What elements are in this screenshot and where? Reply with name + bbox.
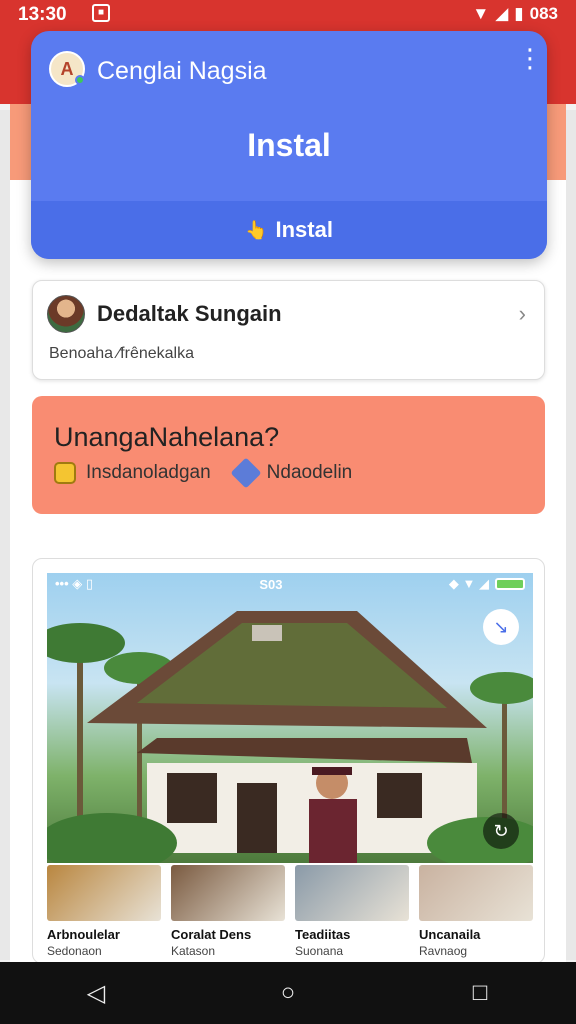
thumbnail-image <box>295 865 409 921</box>
expand-icon[interactable]: ↘ <box>483 609 519 645</box>
thumbnail-item[interactable]: Teadiitas Suonana <box>295 865 409 958</box>
thumbnail-title: Teadiitas <box>295 927 351 942</box>
thumbnail-subtitle: Ravnaog <box>419 944 468 958</box>
thumbnail-item[interactable]: Uncanaila Ravnaog <box>419 865 533 958</box>
status-icons: ▼ ◢ ▮ 083 <box>472 4 558 24</box>
chat-icon <box>54 462 76 484</box>
profile-subtitle: Benoaha ⁄frênekalka <box>49 345 194 362</box>
chevron-right-icon[interactable]: › <box>519 301 526 327</box>
thumbnail-image <box>171 865 285 921</box>
alert-card[interactable]: UnangaNahelana? Insdanoladgan Ndaodelin <box>32 396 545 514</box>
thumbnail-subtitle: Katason <box>171 944 216 958</box>
inner-status-left-icons: ••• ◈ ▯ <box>55 576 94 591</box>
thumbnail-subtitle: Suonana <box>295 944 344 958</box>
thumbnail-title: Coralat Dens <box>171 927 252 942</box>
left-edge <box>0 110 10 960</box>
install-button-label: Instal <box>275 217 333 242</box>
inner-battery-icon <box>494 578 525 590</box>
status-time: 13:30 <box>18 4 67 25</box>
status-right-text: 083 <box>529 4 558 23</box>
install-card: A Cenglai Nagsia ⋮ Instal 👆 Instal <box>31 31 547 259</box>
inner-status-right: ◆ ▼ ◢ <box>449 576 525 592</box>
home-icon[interactable]: ○ <box>258 979 318 1007</box>
online-dot-icon <box>75 75 85 85</box>
app-name: Cenglai Nagsia <box>97 57 267 85</box>
featured-image[interactable]: ••• ◈ ▯ S03 ◆ ▼ ◢ ↘ ↻ <box>47 573 533 863</box>
hand-icon: 👆 <box>245 219 268 240</box>
thumbnail-title: Arbnoulelar <box>47 927 120 942</box>
thumbnail-list: Arbnoulelar Sedonaon Coralat Dens Kataso… <box>47 865 533 958</box>
recent-apps-icon[interactable]: □ <box>450 979 510 1007</box>
inner-wifi-icon: ◆ ▼ ◢ <box>448 576 489 591</box>
house-illustration <box>47 611 533 863</box>
back-icon[interactable]: ◁ <box>66 979 126 1008</box>
thumbnail-subtitle: Sedonaon <box>47 944 102 958</box>
alert-heading: UnangaNahelana? <box>54 422 280 452</box>
replay-icon[interactable]: ↻ <box>483 813 519 849</box>
thumbnail-item[interactable]: Arbnoulelar Sedonaon <box>47 865 161 958</box>
alert-item-2[interactable]: Ndaodelin <box>267 462 353 484</box>
alert-row: Insdanoladgan Ndaodelin <box>54 457 353 489</box>
profile-card[interactable]: Dedaltak Sungain › Benoaha ⁄frênekalka <box>32 280 545 380</box>
right-edge <box>566 110 576 960</box>
signal-icon: ◢ <box>495 4 509 23</box>
install-heading: Instal <box>247 127 331 163</box>
avatar <box>47 295 85 333</box>
inner-status-bar: ••• ◈ ▯ S03 ◆ ▼ ◢ <box>47 573 533 595</box>
alert-item-1[interactable]: Insdanoladgan <box>86 462 211 484</box>
thumbnail-item[interactable]: Coralat Dens Katason <box>171 865 285 958</box>
diamond-icon <box>230 457 262 489</box>
inner-status-center: S03 <box>259 576 283 592</box>
wifi-icon: ▼ <box>472 4 490 23</box>
navigation-bar: ◁ ○ □ <box>0 962 576 1024</box>
more-menu-icon[interactable]: ⋮ <box>517 45 543 71</box>
install-button[interactable]: 👆 Instal <box>31 201 547 259</box>
notification-icon: ■ <box>92 4 110 22</box>
battery-icon: ▮ <box>514 4 524 23</box>
profile-title: Dedaltak Sungain <box>97 301 282 326</box>
thumbnail-image <box>47 865 161 921</box>
app-icon: A <box>49 51 85 87</box>
thumbnail-image <box>419 865 533 921</box>
media-card: ••• ◈ ▯ S03 ◆ ▼ ◢ ↘ ↻ Arbnoulelar Sedona… <box>32 558 545 964</box>
thumbnail-title: Uncanaila <box>419 927 481 942</box>
